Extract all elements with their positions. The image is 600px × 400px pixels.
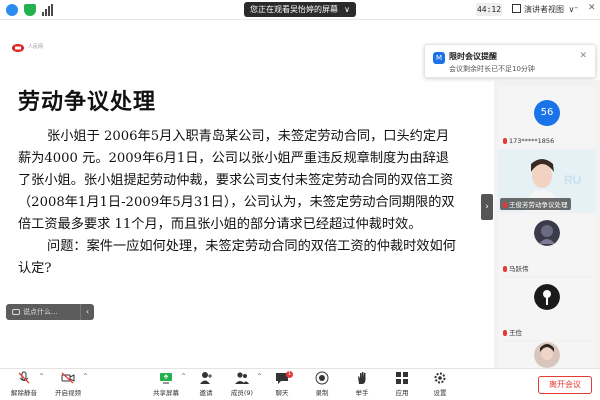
chat-quick-input[interactable]: 说点什么... ‹ bbox=[6, 304, 94, 320]
camera-off-icon bbox=[61, 371, 75, 385]
start-video-button[interactable]: 开启视频 ^ bbox=[48, 371, 88, 399]
participant-name: 马跃伟 bbox=[500, 262, 532, 274]
chevron-up-icon[interactable]: ^ bbox=[83, 373, 88, 380]
grid-view-icon bbox=[512, 4, 521, 13]
chevron-down-icon: ∨ bbox=[344, 5, 350, 14]
close-notification-button[interactable]: ✕ bbox=[579, 51, 587, 61]
invite-label: 邀请 bbox=[199, 389, 213, 397]
participant-tile[interactable] bbox=[498, 342, 596, 368]
members-label: 成员(9) bbox=[230, 389, 254, 397]
unread-badge: 1 bbox=[286, 371, 294, 378]
meeting-timer: 44:12 bbox=[476, 3, 502, 16]
share-screen-icon bbox=[159, 371, 173, 385]
chat-label: 聊天 bbox=[275, 389, 289, 397]
participant-tile[interactable]: 王俭 bbox=[498, 278, 596, 340]
slide-body: 张小姐于 2006年5月入职青岛某公司，未签定劳动合同，口头约定月薪为4000 … bbox=[18, 126, 458, 280]
slide-paragraph: 张小姐于 2006年5月入职青岛某公司，未签定劳动合同，口头约定月薪为4000 … bbox=[18, 129, 455, 232]
leave-meeting-button[interactable]: 离开会议 bbox=[538, 376, 592, 394]
participant-tile[interactable]: 56 173*****1856 bbox=[498, 86, 596, 148]
close-window-button[interactable]: ✕ bbox=[588, 3, 596, 13]
info-icon[interactable] bbox=[6, 4, 18, 16]
notification-title: 限时会议提醒 bbox=[449, 52, 497, 61]
gear-icon bbox=[433, 371, 447, 385]
participant-name: 王俊芳劳动争议处理 bbox=[500, 198, 571, 210]
participant-tile-active[interactable]: RU 王俊芳劳动争议处理 bbox=[498, 150, 596, 212]
record-button[interactable]: 录制 bbox=[302, 371, 342, 399]
viewing-screen-indicator[interactable]: 您正在观看吴怡婷的屏幕 ∨ bbox=[244, 2, 356, 17]
slide-title: 劳动争议处理 bbox=[18, 90, 157, 115]
record-icon bbox=[315, 371, 329, 385]
unmute-label: 解除静音 bbox=[11, 389, 37, 397]
avatar bbox=[534, 342, 560, 368]
slide-question: 问题：案件一应如何处理，未签定劳动合同的双倍工资的仲裁时效如何认定? bbox=[18, 239, 456, 276]
settings-label: 设置 bbox=[433, 389, 447, 397]
security-shield-icon[interactable] bbox=[24, 4, 36, 16]
raise-hand-icon bbox=[355, 371, 369, 385]
apps-button[interactable]: 应用 bbox=[382, 371, 422, 399]
share-screen-label: 共享屏幕 bbox=[153, 389, 179, 397]
top-bar: 您正在观看吴怡婷的屏幕 ∨ 44:12 演讲者视图 ∨ – ✕ bbox=[0, 0, 600, 20]
avatar bbox=[534, 284, 560, 310]
avatar: 56 bbox=[534, 100, 560, 126]
settings-button[interactable]: 设置 bbox=[420, 371, 460, 399]
record-label: 录制 bbox=[315, 389, 329, 397]
mic-muted-icon bbox=[17, 371, 31, 385]
meeting-app-icon: M bbox=[433, 52, 445, 64]
time-limit-notification: M 限时会议提醒 会议剩余时长已不足10分钟 ✕ bbox=[424, 44, 596, 78]
participant-name: 173*****1856 bbox=[500, 136, 557, 146]
chat-button[interactable]: 1 聊天 bbox=[262, 371, 302, 399]
start-video-label: 开启视频 bbox=[55, 389, 81, 397]
apps-grid-icon bbox=[395, 371, 409, 385]
view-mode-label: 演讲者视图 bbox=[524, 5, 564, 14]
participant-name: 王俭 bbox=[500, 326, 525, 338]
minimize-button[interactable]: – bbox=[574, 3, 579, 13]
viewing-screen-label: 您正在观看吴怡婷的屏幕 bbox=[250, 5, 338, 14]
logo-icon bbox=[12, 44, 24, 52]
chevron-up-icon[interactable]: ^ bbox=[39, 373, 44, 380]
logo-text: 人民网 bbox=[28, 44, 44, 50]
apps-label: 应用 bbox=[395, 389, 409, 397]
raise-hand-button[interactable]: 举手 bbox=[342, 371, 382, 399]
participants-panel: 56 173*****1856 RU 王俊芳劳动争议处理 马跃伟 王俭 bbox=[494, 80, 600, 368]
raise-hand-label: 举手 bbox=[355, 389, 369, 397]
members-icon bbox=[235, 371, 249, 385]
avatar bbox=[534, 220, 560, 246]
mic-muted-icon bbox=[503, 266, 507, 272]
svg-text:RU: RU bbox=[564, 173, 581, 187]
view-mode-button[interactable]: 演讲者视图 ∨ bbox=[512, 2, 574, 17]
chat-placeholder: 说点什么... bbox=[23, 308, 58, 316]
collapse-chat-button[interactable]: ‹ bbox=[80, 304, 94, 320]
signal-icon[interactable] bbox=[42, 4, 54, 16]
invite-button[interactable]: 邀请 bbox=[186, 371, 226, 399]
chat-bubble-icon bbox=[12, 309, 20, 315]
notification-subtitle: 会议剩余时长已不足10分钟 bbox=[449, 65, 535, 73]
share-screen-button[interactable]: 共享屏幕 ^ bbox=[146, 371, 186, 399]
bottom-toolbar: 解除静音 ^ 开启视频 ^ 共享屏幕 ^ 邀请 成员(9) ^ 1 聊天 录制 … bbox=[0, 368, 600, 400]
mic-muted-icon bbox=[503, 330, 507, 336]
participant-tile[interactable]: 马跃伟 bbox=[498, 214, 596, 276]
mic-muted-icon bbox=[503, 202, 507, 208]
collapse-panel-button[interactable]: › bbox=[481, 194, 493, 220]
unmute-button[interactable]: 解除静音 ^ bbox=[4, 371, 44, 399]
mic-muted-icon bbox=[503, 138, 507, 144]
members-button[interactable]: 成员(9) ^ bbox=[222, 371, 262, 399]
shared-screen: 人民网 劳动争议处理 张小姐于 2006年5月入职青岛某公司，未签定劳动合同，口… bbox=[0, 38, 480, 330]
invite-icon bbox=[199, 371, 213, 385]
